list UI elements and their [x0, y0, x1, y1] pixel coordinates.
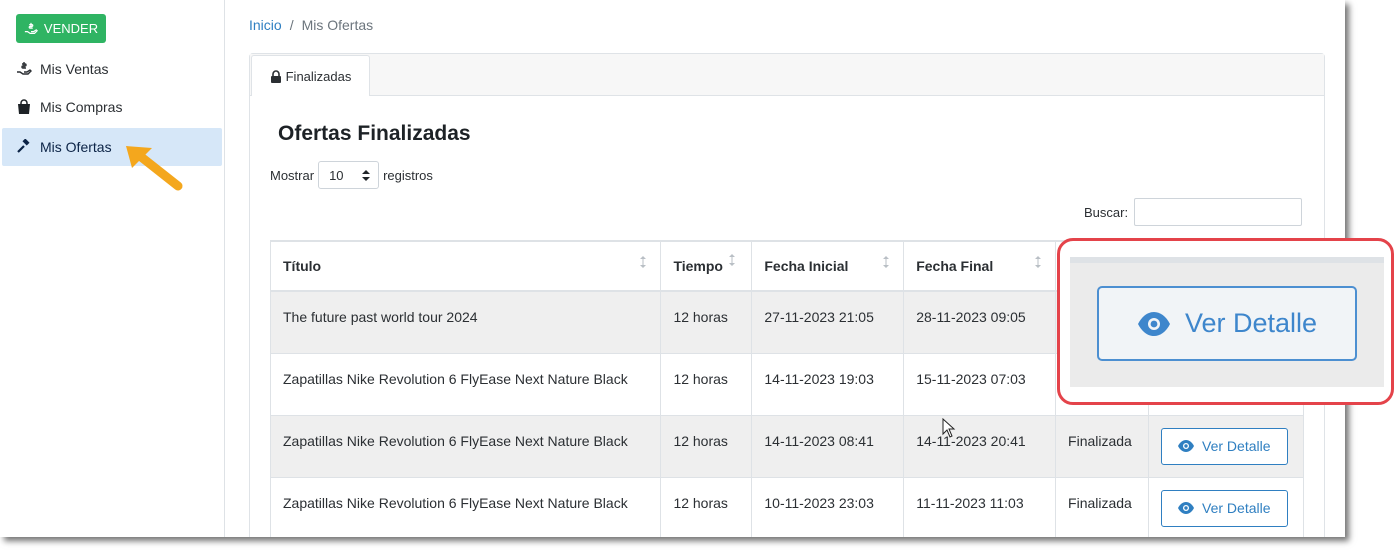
cell-action: Ver Detalle [1148, 476, 1304, 537]
column-header-tiempo[interactable]: Tiempo [660, 240, 753, 292]
sell-button-label: VENDER [43, 21, 99, 36]
eye-icon [1178, 502, 1195, 514]
mouse-cursor-icon [942, 418, 956, 438]
sort-icon [883, 256, 890, 268]
tab-finalizadas[interactable]: Finalizadas [251, 55, 370, 96]
page-length-select[interactable]: 10 [318, 161, 380, 189]
cell-time: 12 horas [660, 352, 753, 416]
column-header-label: Tiempo [673, 258, 723, 274]
page-length-control: Mostrar 10 registros [270, 161, 433, 189]
eye-icon [1178, 440, 1195, 452]
view-detail-label: Ver Detalle [1202, 500, 1271, 516]
breadcrumb-home-link[interactable]: Inicio [249, 17, 282, 33]
cell-time: 12 horas [660, 476, 753, 537]
breadcrumb: Inicio / Mis Ofertas [249, 17, 373, 33]
sort-icon [1035, 256, 1042, 268]
breadcrumb-current: Mis Ofertas [301, 17, 374, 33]
cell-title: Zapatillas Nike Revolution 6 FlyEase Nex… [269, 414, 662, 478]
gavel-icon [17, 139, 30, 153]
cell-status: Finalizada [1055, 414, 1150, 478]
column-header-label: Fecha Final [916, 258, 994, 274]
eye-icon [1137, 311, 1170, 336]
cell-end: 14-11-2023 20:41 [903, 414, 1057, 478]
sort-updown-icon [362, 169, 371, 181]
column-header-label: Título [283, 258, 322, 274]
table-row: Zapatillas Nike Revolution 6 FlyEase Nex… [269, 414, 1304, 478]
column-header-titulo[interactable]: Título [269, 240, 662, 292]
zoom-callout: Ver Detalle [1057, 238, 1394, 405]
view-detail-button[interactable]: Ver Detalle [1161, 489, 1288, 527]
sidebar-item-mis-compras[interactable]: Mis Compras [2, 88, 222, 126]
cell-action: Ver Detalle [1148, 414, 1304, 478]
length-suffix: registros [383, 167, 433, 183]
cell-start: 14-11-2023 19:03 [751, 352, 905, 416]
zoomed-view-detail-button[interactable]: Ver Detalle [1097, 286, 1357, 361]
cell-start: 27-11-2023 21:05 [751, 290, 905, 354]
cell-title: The future past world tour 2024 [269, 290, 662, 354]
view-detail-button[interactable]: Ver Detalle [1161, 427, 1288, 465]
cell-time: 12 horas [660, 414, 753, 478]
sidebar-item-mis-ventas[interactable]: Mis Ventas [2, 50, 222, 88]
column-header-fecha-final[interactable]: Fecha Final [903, 240, 1057, 292]
cell-status: Finalizada [1055, 476, 1150, 537]
cell-start: 10-11-2023 23:03 [751, 476, 905, 537]
column-header-fecha-inicial[interactable]: Fecha Inicial [751, 240, 905, 292]
zoomed-view-detail-label: Ver Detalle [1184, 308, 1318, 338]
hand-holding-dollar-icon [17, 62, 32, 75]
cell-end: 15-11-2023 07:03 [903, 352, 1057, 416]
sidebar: VENDER Mis Ventas Mis Compras Mis Oferta… [0, 0, 225, 537]
sort-icon [640, 256, 647, 268]
length-prefix: Mostrar [270, 167, 315, 183]
card-header: Finalizadas [250, 54, 1324, 96]
cell-end: 28-11-2023 09:05 [903, 290, 1057, 354]
search-control: Buscar: [1084, 198, 1303, 226]
page-length-value: 10 [329, 167, 344, 183]
lock-icon [270, 69, 281, 83]
annotation-arrow-icon [126, 146, 183, 191]
cell-start: 14-11-2023 08:41 [751, 414, 905, 478]
cell-title: Zapatillas Nike Revolution 6 FlyEase Nex… [269, 476, 662, 537]
cell-end: 11-11-2023 11:03 [903, 476, 1057, 537]
sidebar-item-label: Mis Ventas [40, 61, 109, 77]
sidebar-item-label: Mis Compras [40, 99, 123, 115]
hand-holding-dollar-icon [24, 22, 38, 34]
column-header-label: Fecha Inicial [764, 258, 849, 274]
cell-title: Zapatillas Nike Revolution 6 FlyEase Nex… [269, 352, 662, 416]
cell-time: 12 horas [660, 290, 753, 354]
sidebar-item-mis-ofertas[interactable]: Mis Ofertas [2, 128, 222, 166]
search-input[interactable] [1134, 198, 1303, 226]
shopping-bag-icon [18, 99, 30, 114]
sort-icon [729, 254, 736, 266]
search-label: Buscar: [1084, 204, 1129, 220]
sidebar-item-label: Mis Ofertas [40, 139, 112, 155]
sell-button[interactable]: VENDER [16, 14, 106, 43]
page-title: Ofertas Finalizadas [278, 122, 471, 145]
view-detail-label: Ver Detalle [1202, 438, 1271, 454]
breadcrumb-separator: / [289, 17, 294, 33]
table-row: Zapatillas Nike Revolution 6 FlyEase Nex… [269, 476, 1304, 537]
tab-label: Finalizadas [285, 68, 352, 84]
